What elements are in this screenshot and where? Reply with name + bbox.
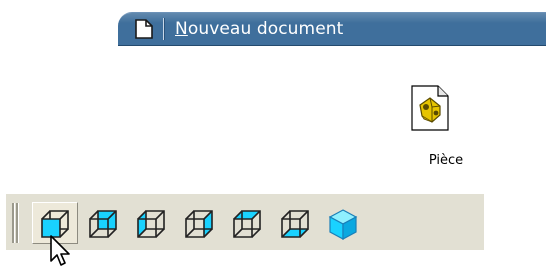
new-document-menu-item[interactable]: Nouveau document (118, 12, 546, 46)
new-document-label: Nouveau document (175, 18, 343, 40)
part-template[interactable]: Pièce (400, 84, 492, 180)
document-icon (135, 19, 153, 39)
view-left-icon (137, 210, 165, 238)
menu-separator (163, 18, 164, 40)
arrow-cursor-icon (50, 235, 72, 269)
view-bottom-icon (281, 210, 309, 238)
view-back-icon (89, 210, 117, 238)
view-isometric-button[interactable] (320, 202, 366, 244)
view-orientation-toolbar (6, 194, 484, 250)
view-back-button[interactable] (80, 202, 126, 244)
view-bottom-button[interactable] (272, 202, 318, 244)
toolbar-grip[interactable] (12, 203, 20, 243)
view-right-icon (185, 210, 213, 238)
part-template-label: Pièce (428, 153, 464, 168)
view-left-button[interactable] (128, 202, 174, 244)
new-document-label-rest: ouveau document (187, 19, 344, 39)
view-top-icon (233, 210, 261, 238)
mnemonic-letter: N (175, 19, 188, 39)
view-top-button[interactable] (224, 202, 270, 244)
part-template-icon (410, 85, 450, 131)
view-isometric-icon (328, 209, 358, 241)
view-right-button[interactable] (176, 202, 222, 244)
